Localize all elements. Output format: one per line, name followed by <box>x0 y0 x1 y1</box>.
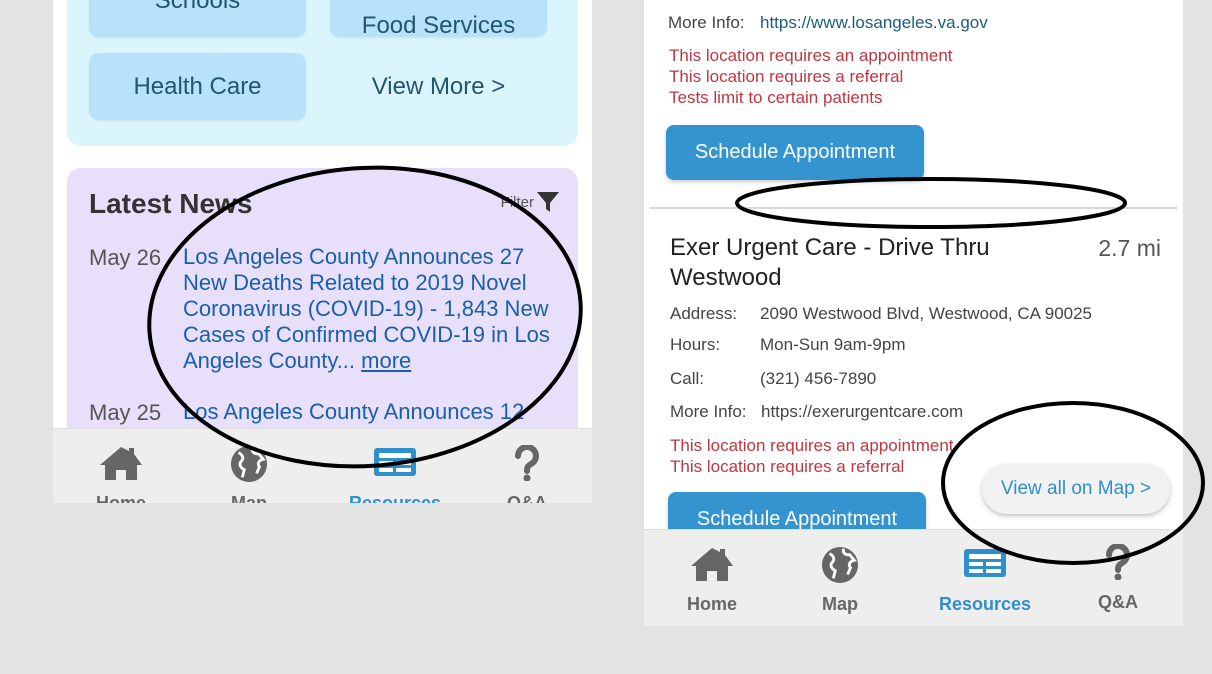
news-date: May 26 <box>89 245 162 270</box>
home-icon <box>100 447 142 480</box>
hours-value: Mon-Sun 9am-9pm <box>760 335 906 354</box>
news-more-link[interactable]: more <box>361 348 411 373</box>
nav-qa-label: Q&A <box>507 493 547 503</box>
view-all-on-map-label: View all on Map > <box>1000 478 1152 499</box>
newspaper-icon <box>964 549 1006 577</box>
globe-icon <box>230 445 268 483</box>
filter-button[interactable]: Filter <box>501 190 560 214</box>
hours-label: Hours: <box>670 335 721 354</box>
question-mark-icon <box>514 445 539 481</box>
right-screen: More Info: https://www.losangeles.va.gov… <box>644 0 1183 626</box>
schools-button[interactable]: Schools <box>89 0 306 37</box>
news-headline-link[interactable]: Los Angeles County Announces 12 <box>183 399 563 425</box>
divider <box>650 207 1177 209</box>
view-more-link[interactable]: View More > <box>330 53 547 120</box>
view-more-label: View More > <box>371 72 506 100</box>
home-icon <box>691 548 733 581</box>
more-info-label: More Info: <box>670 402 747 421</box>
nav-map[interactable]: Map <box>814 546 866 615</box>
latest-news-card: Latest News Filter May 26 Los Angeles Co… <box>67 168 578 468</box>
nav-resources-label: Resources <box>938 594 1032 614</box>
view-all-on-map-button[interactable]: View all on Map > <box>982 464 1170 514</box>
referral-warning: This location requires a referral <box>669 67 904 86</box>
bottom-nav: Home Map Resources Q&A <box>644 529 1183 626</box>
more-info-link[interactable]: https://www.losangeles.va.gov <box>760 13 988 33</box>
appointment-warning: This location requires an appointment <box>670 436 954 455</box>
filter-icon <box>537 192 559 212</box>
health-care-label: Health Care <box>133 72 262 100</box>
nav-home-label: Home <box>686 594 737 614</box>
nav-resources[interactable]: Resources <box>938 546 1032 615</box>
nav-home[interactable]: Home <box>93 445 149 503</box>
news-title: Latest News <box>89 188 253 219</box>
address-value: 2090 Westwood Blvd, Westwood, CA 90025 <box>760 304 1093 323</box>
left-screen: Schools Food Services Health Care View M… <box>53 0 592 503</box>
news-date: May 25 <box>89 400 162 425</box>
food-services-button[interactable]: Food Services <box>330 0 547 39</box>
address-label: Address: <box>670 304 738 323</box>
location-distance: 2.7 mi <box>1098 235 1161 261</box>
schools-label: Schools <box>154 0 241 14</box>
filter-label: Filter <box>500 193 534 211</box>
nav-qa-label: Q&A <box>1098 592 1138 612</box>
nav-home[interactable]: Home <box>684 546 740 615</box>
more-info-link[interactable]: https://exerurgentcare.com <box>761 402 963 422</box>
nav-qa[interactable]: Q&A <box>1096 544 1140 613</box>
globe-icon <box>821 546 859 584</box>
question-mark-icon <box>1105 544 1130 580</box>
schedule-appointment-label: Schedule Appointment <box>696 508 898 530</box>
nav-map-label: Map <box>231 493 267 503</box>
more-info-label: More Info: <box>668 13 745 32</box>
newspaper-icon <box>374 448 416 476</box>
nav-resources[interactable]: Resources <box>348 445 442 503</box>
schedule-appointment-button[interactable]: Schedule Appointment <box>666 125 924 180</box>
schedule-appointment-label: Schedule Appointment <box>694 141 896 163</box>
appointment-warning: This location requires an appointment <box>669 46 953 65</box>
news-headline-link[interactable]: Los Angeles County Announces 27 New Deat… <box>183 244 563 374</box>
nav-resources-label: Resources <box>348 493 442 503</box>
nav-map[interactable]: Map <box>223 445 275 503</box>
phone-link[interactable]: (321) 456-7890 <box>760 369 876 389</box>
nav-map-label: Map <box>822 594 858 614</box>
bottom-nav: Home Map Resources Q&A <box>53 428 592 503</box>
location-name[interactable]: Exer Urgent Care - Drive Thru Westwood <box>670 233 1040 293</box>
patients-warning: Tests limit to certain patients <box>669 88 883 107</box>
health-care-button[interactable]: Health Care <box>89 53 306 120</box>
call-label: Call: <box>670 369 705 388</box>
nav-qa[interactable]: Q&A <box>505 445 549 503</box>
referral-warning: This location requires a referral <box>670 457 905 476</box>
categories-card: Schools Food Services Health Care View M… <box>67 0 578 146</box>
food-services-label: Food Services <box>361 11 516 39</box>
nav-home-label: Home <box>95 493 146 503</box>
